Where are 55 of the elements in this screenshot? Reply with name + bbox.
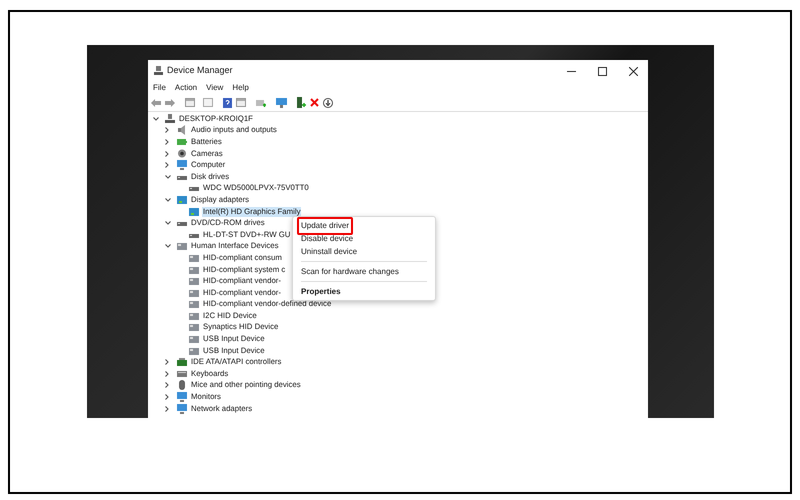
battery-icon [177,136,187,147]
input-device-icon [189,310,199,321]
chevron-right-icon[interactable] [165,359,169,366]
menu-item[interactable]: Properties [297,282,345,300]
input-device-icon [189,322,199,332]
chevron-right-icon[interactable] [165,406,169,412]
menu-bar-item[interactable]: Action [174,82,198,94]
close-icon[interactable] [629,66,638,76]
download-circle-icon[interactable] [323,98,333,108]
menu-item[interactable]: Scan for hardware changes [297,262,403,280]
monitor-icon [177,404,187,414]
chevron-down-icon[interactable] [165,174,171,179]
keyboard-icon [177,368,187,379]
chevron-right-icon[interactable] [165,138,169,145]
chevron-right-icon[interactable] [165,150,169,157]
monitor-icon [177,392,187,402]
device-plus-icon[interactable] [297,97,306,108]
input-device-icon [189,276,199,286]
chevron-down-icon[interactable] [165,244,171,248]
monitor-icon[interactable] [276,98,287,108]
monitor-icon [177,160,187,170]
computer-tree-icon [154,66,163,76]
input-device-icon [189,299,199,310]
input-device-icon [189,288,199,298]
menu-bar-item[interactable]: File [153,82,166,94]
chevron-down-icon[interactable] [153,116,159,121]
window-title: Device Manager [167,64,233,78]
chevron-right-icon[interactable] [165,382,169,388]
input-device-icon [177,241,187,252]
input-device-icon [189,264,199,275]
input-device-icon [189,346,199,356]
chevron-down-icon[interactable] [165,221,171,226]
maximize-icon[interactable] [598,66,607,76]
delete-icon[interactable] [310,98,319,107]
back-arrow-icon[interactable] [151,98,161,106]
chevron-right-icon[interactable] [165,370,169,377]
menu-bar-item[interactable]: View [206,82,224,94]
forward-arrow-icon[interactable] [165,98,175,106]
input-device-icon [189,334,199,344]
display-adapter-icon [177,194,187,205]
printer-plus-icon[interactable] [256,98,266,108]
input-device-icon [189,252,199,263]
menu-bar-item[interactable]: Help [232,82,249,94]
camera-icon [177,148,187,159]
chevron-down-icon[interactable] [165,198,171,202]
chevron-right-icon[interactable] [165,162,169,168]
help-icon[interactable] [223,98,232,108]
computer-icon [165,114,175,124]
mouse-icon [177,380,187,390]
chevron-right-icon[interactable] [165,394,169,400]
menu-item[interactable]: Update driver [297,216,354,234]
chevron-right-icon[interactable] [165,127,169,134]
display-adapter-icon [189,206,199,217]
speaker-icon [177,125,187,136]
controller-icon [177,357,187,368]
